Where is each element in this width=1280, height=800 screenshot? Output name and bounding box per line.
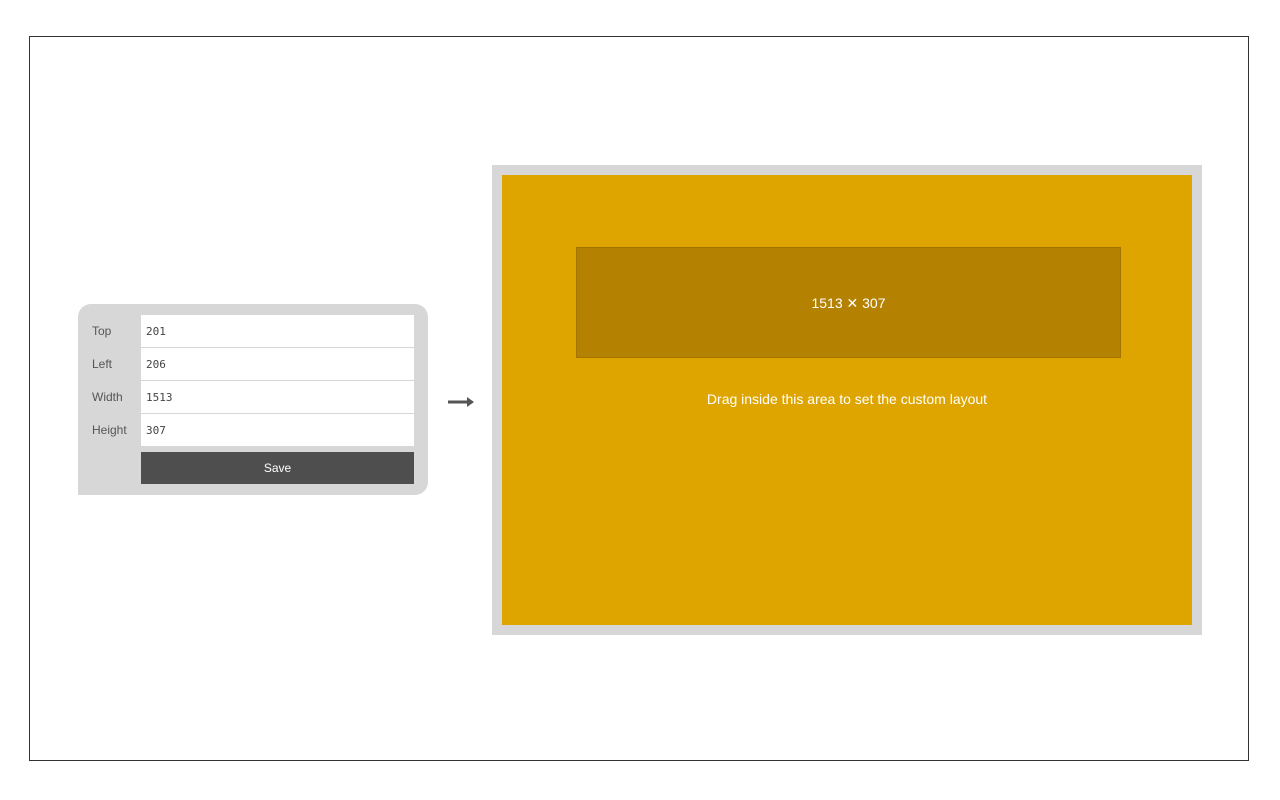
layout-drag-area[interactable]: 1513 ✕ 307 Drag inside this area to set … — [502, 175, 1192, 625]
top-input[interactable] — [141, 315, 414, 347]
layout-selection-box[interactable]: 1513 ✕ 307 — [576, 247, 1121, 358]
drag-hint-text: Drag inside this area to set the custom … — [706, 391, 988, 407]
save-button[interactable]: Save — [141, 452, 414, 484]
left-row: Left — [78, 348, 428, 380]
height-input[interactable] — [141, 414, 414, 446]
height-row: Height — [78, 414, 428, 446]
right-arrow-icon — [448, 397, 474, 407]
left-input[interactable] — [141, 348, 414, 380]
left-label: Left — [92, 357, 113, 371]
width-row: Width — [78, 381, 428, 413]
selection-size-label: 1513 ✕ 307 — [811, 295, 886, 311]
width-input[interactable] — [141, 381, 414, 413]
top-row: Top — [78, 315, 428, 347]
width-label: Width — [92, 390, 123, 404]
height-label: Height — [92, 423, 127, 437]
top-label: Top — [92, 324, 112, 338]
layout-form-panel: Top Left Width Height Save — [78, 304, 428, 495]
